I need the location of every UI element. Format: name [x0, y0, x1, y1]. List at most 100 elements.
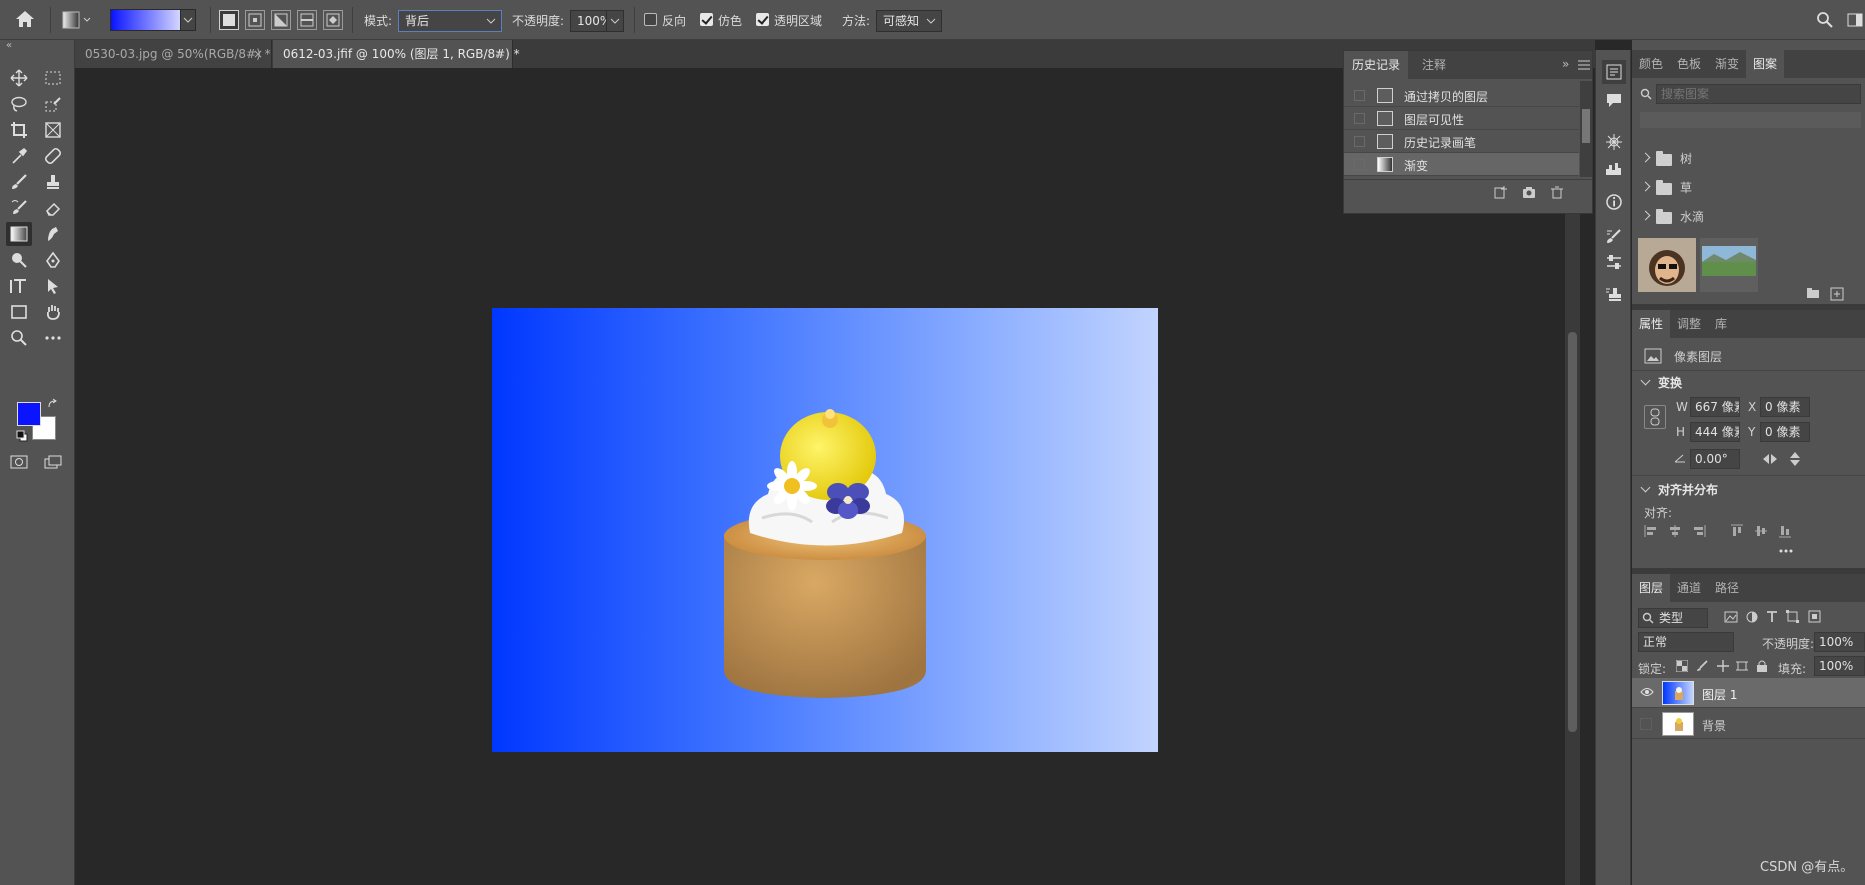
new-document-from-state-icon[interactable] [1494, 185, 1508, 199]
eyedropper-tool-icon[interactable] [6, 144, 32, 168]
layer-opacity-input[interactable]: 100% [1814, 632, 1865, 652]
pattern-thumbnail-landscape[interactable] [1700, 238, 1758, 292]
tab-0612-03[interactable]: 0612-03.jfif @ 100% (图层 1, RGB/8#) * × [273, 40, 520, 68]
tab-swatches[interactable]: 色板 [1670, 50, 1708, 78]
workspace-icon[interactable] [1846, 11, 1864, 29]
fill-input[interactable]: 100% [1814, 656, 1865, 676]
lock-position-icon[interactable] [1716, 659, 1730, 673]
brush-tool-icon[interactable] [6, 170, 32, 194]
brush-settings-icon[interactable] [1602, 130, 1626, 154]
filter-pixel-icon[interactable] [1724, 611, 1738, 623]
tab-adjustments[interactable]: 调整 [1670, 310, 1708, 338]
lock-all-icon[interactable] [1756, 659, 1768, 672]
scrollbar-thumb[interactable] [1568, 332, 1577, 732]
tool-presets-icon[interactable] [1602, 250, 1626, 274]
foreground-color-swatch[interactable] [17, 402, 41, 426]
angle-input[interactable]: 0.00° [1690, 449, 1740, 469]
more-tools-icon[interactable] [40, 326, 66, 350]
crop-tool-icon[interactable] [6, 118, 32, 142]
healing-brush-tool-icon[interactable] [40, 144, 66, 168]
pattern-group-label[interactable]: 树 [1680, 150, 1692, 167]
layer-name[interactable]: 背景 [1702, 717, 1726, 734]
history-brush-source-checkbox[interactable] [1354, 90, 1365, 101]
screen-mode-icon[interactable] [40, 450, 66, 474]
expand-panel-icon[interactable]: » [1562, 57, 1569, 71]
radial-gradient-button[interactable] [245, 10, 265, 30]
visibility-toggle[interactable] [1640, 718, 1652, 730]
new-pattern-icon[interactable] [1830, 287, 1844, 301]
y-input[interactable]: 0 像素 [1760, 422, 1810, 442]
close-icon[interactable]: × [494, 40, 504, 68]
pattern-group-label[interactable]: 水滴 [1680, 208, 1704, 225]
tab-notes[interactable]: 注释 [1414, 51, 1454, 79]
opacity-dropdown[interactable] [606, 10, 624, 32]
mode-select[interactable]: 背后 [398, 10, 502, 32]
history-scrollbar[interactable] [1580, 81, 1592, 177]
gradient-tool-preset-icon[interactable] [62, 11, 92, 29]
histogram-icon[interactable] [1602, 156, 1626, 180]
reverse-checkbox[interactable] [644, 13, 657, 26]
filter-type-icon[interactable] [1766, 610, 1778, 623]
align-vertical-center-icon[interactable] [1754, 524, 1768, 538]
width-input[interactable]: 667 像素 [1690, 397, 1740, 417]
chevron-right-icon[interactable] [1640, 210, 1651, 221]
scrollbar-thumb[interactable] [1582, 109, 1590, 143]
history-brush-source-checkbox[interactable] [1354, 113, 1365, 124]
method-select[interactable]: 可感知 [876, 10, 942, 32]
align-bottom-icon[interactable] [1778, 524, 1792, 538]
smudge-tool-icon[interactable] [40, 222, 66, 246]
history-brush-source-checkbox[interactable] [1354, 159, 1365, 170]
history-panel-icon[interactable] [1602, 60, 1626, 84]
tab-0530-03[interactable]: 0530-03.jpg @ 50%(RGB/8#) * × [75, 40, 272, 68]
pattern-preview-slider[interactable] [1640, 112, 1861, 128]
rectangle-tool-icon[interactable] [6, 300, 32, 324]
frame-tool-icon[interactable] [40, 118, 66, 142]
snapshot-camera-icon[interactable] [1522, 185, 1536, 199]
delete-state-icon[interactable] [1550, 185, 1564, 199]
tab-history[interactable]: 历史记录 [1344, 51, 1409, 79]
pattern-search-input[interactable] [1656, 84, 1861, 104]
diamond-gradient-button[interactable] [323, 10, 343, 30]
chevron-down-icon[interactable] [1640, 375, 1651, 386]
new-group-folder-icon[interactable] [1806, 287, 1820, 299]
x-input[interactable]: 0 像素 [1760, 397, 1810, 417]
reflected-gradient-button[interactable] [297, 10, 317, 30]
blend-mode-select[interactable]: 正常 [1638, 632, 1734, 652]
tab-patterns[interactable]: 图案 [1746, 50, 1785, 78]
linear-gradient-button[interactable] [219, 10, 239, 30]
history-brush-source-checkbox[interactable] [1354, 136, 1365, 147]
chevron-right-icon[interactable] [1640, 152, 1651, 163]
layer-name[interactable]: 图层 1 [1702, 686, 1737, 703]
quick-mask-icon[interactable] [6, 450, 32, 474]
zoom-tool-icon[interactable] [6, 326, 32, 350]
swap-colors-icon[interactable] [47, 398, 59, 410]
clone-stamp-tool-icon[interactable] [40, 170, 66, 194]
clone-source-icon[interactable] [1602, 282, 1626, 306]
hand-tool-icon[interactable] [40, 300, 66, 324]
search-icon[interactable] [1816, 11, 1834, 29]
tab-color[interactable]: 颜色 [1632, 50, 1670, 78]
filter-shape-icon[interactable] [1786, 610, 1799, 623]
history-item[interactable]: 通过拷贝的图层 [1344, 84, 1579, 107]
quick-selection-tool-icon[interactable] [40, 92, 66, 116]
filter-smart-object-icon[interactable] [1808, 610, 1821, 623]
pattern-thumbnail-portrait[interactable] [1638, 238, 1696, 292]
collapse-toolbar-icon[interactable]: « [6, 40, 12, 51]
panel-menu-icon[interactable] [1578, 60, 1590, 70]
gradient-picker-dropdown[interactable] [180, 9, 196, 31]
history-item[interactable]: 图层可见性 [1344, 107, 1579, 130]
dodge-tool-icon[interactable] [6, 248, 32, 272]
dither-checkbox[interactable] [700, 13, 713, 26]
home-icon[interactable] [14, 9, 36, 29]
lock-image-icon[interactable] [1696, 660, 1708, 672]
align-left-icon[interactable] [1644, 524, 1658, 538]
filter-adjustment-icon[interactable] [1746, 611, 1758, 623]
tab-properties[interactable]: 属性 [1632, 310, 1671, 338]
height-input[interactable]: 444 像素 [1690, 422, 1740, 442]
marquee-tool-icon[interactable] [40, 66, 66, 90]
flip-horizontal-icon[interactable] [1762, 452, 1778, 466]
eraser-tool-icon[interactable] [40, 196, 66, 220]
lock-transparent-icon[interactable] [1676, 660, 1688, 672]
pen-tool-icon[interactable] [40, 248, 66, 272]
move-tool-icon[interactable] [6, 66, 32, 90]
